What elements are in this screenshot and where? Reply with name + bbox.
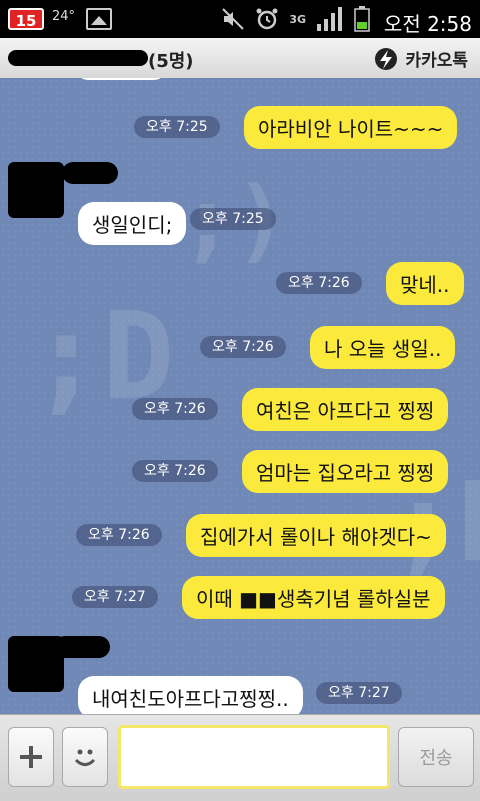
redacted-sender-name <box>62 162 118 184</box>
message-time: 오후 7:27 <box>316 682 402 704</box>
signal-icon <box>317 7 342 31</box>
chat-area[interactable]: ;D ;) ;P 오후 7:25 아라비안 나이트~~~ 생일인디; 오후 7:… <box>0 78 480 714</box>
message-bubble-outgoing[interactable]: 나 오늘 생일.. <box>310 326 456 369</box>
message-time: 오후 7:26 <box>132 398 218 420</box>
input-bar: 전송 <box>0 714 480 801</box>
notification-badge: 15 <box>8 8 44 30</box>
add-attachment-button[interactable] <box>8 727 54 787</box>
message-time: 오후 7:26 <box>276 272 362 294</box>
redacted-sender-name <box>54 636 110 658</box>
partial-message-bubble <box>76 78 166 80</box>
app-name: 카카오톡 <box>405 51 468 71</box>
kakao-bolt-icon <box>375 47 398 70</box>
message-time: 오후 7:25 <box>190 208 276 230</box>
message-bubble-outgoing[interactable]: 여친은 아프다고 찡찡 <box>242 388 449 431</box>
message-bubble-incoming[interactable]: 생일인디; <box>78 202 187 245</box>
send-button[interactable]: 전송 <box>398 727 474 787</box>
message-bubble-outgoing[interactable]: 이때 ■■생축기념 롤하실분 <box>182 576 445 619</box>
message-input[interactable] <box>118 725 390 789</box>
kakaotalk-logo: 카카오톡 <box>373 46 468 71</box>
clock-text: 오전 2:58 <box>383 12 472 36</box>
chat-title-bar: (5명) 카카오톡 <box>0 38 480 79</box>
message-bubble-incoming[interactable]: 내여친도아프다고찡찡.. <box>78 676 303 714</box>
status-bar: 15 24° 3G 오전 2:58 <box>0 0 480 38</box>
message-bubble-outgoing[interactable]: 엄마는 집오라고 찡찡 <box>242 450 449 493</box>
message-time: 오후 7:27 <box>72 586 158 608</box>
message-bubble-outgoing[interactable]: 집에가서 롤이나 해야겟다~ <box>186 514 446 557</box>
message-time: 오후 7:26 <box>132 460 218 482</box>
member-count: (5명) <box>148 51 194 72</box>
message-time: 오후 7:26 <box>200 336 286 358</box>
gallery-icon <box>86 8 112 30</box>
smiley-icon <box>74 749 96 766</box>
message-bubble-outgoing[interactable]: 맞네.. <box>386 262 464 305</box>
status-icons: 3G <box>221 6 370 32</box>
alarm-icon <box>256 8 278 30</box>
mute-icon <box>222 8 245 30</box>
message-bubble-outgoing[interactable]: 아라비안 나이트~~~ <box>244 106 458 149</box>
message-time: 오후 7:26 <box>76 524 162 546</box>
redacted-room-name <box>8 50 148 66</box>
plus-icon <box>20 746 42 768</box>
battery-icon <box>354 6 370 32</box>
message-time: 오후 7:25 <box>134 116 220 138</box>
temperature-text: 24° <box>52 9 76 24</box>
emoticon-button[interactable] <box>62 727 108 787</box>
network-type: 3G <box>289 12 306 26</box>
avatar[interactable] <box>8 162 64 218</box>
